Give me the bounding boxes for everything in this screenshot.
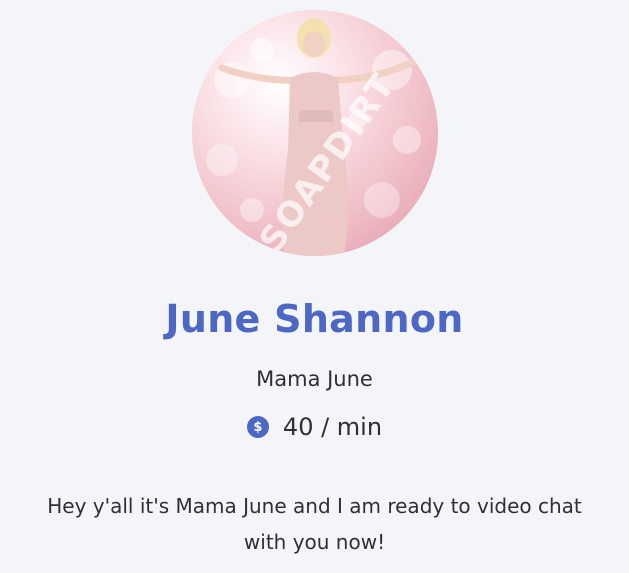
rate-text: 40 / min [282,413,383,441]
dollar-icon: $ [246,416,269,438]
profile-name: June Shannon [165,297,464,341]
avatar-photo: SOAPDIRT [192,10,438,256]
avatar: SOAPDIRT [192,10,438,256]
profile-card: SOAPDIRT June Shannon Mama June $ 40 / m… [0,0,629,573]
profile-bio: Hey y'all it's Mama June and I am ready … [47,494,582,554]
profile-nickname: Mama June [256,367,373,391]
rate-row: $ 40 / min [0,410,629,444]
